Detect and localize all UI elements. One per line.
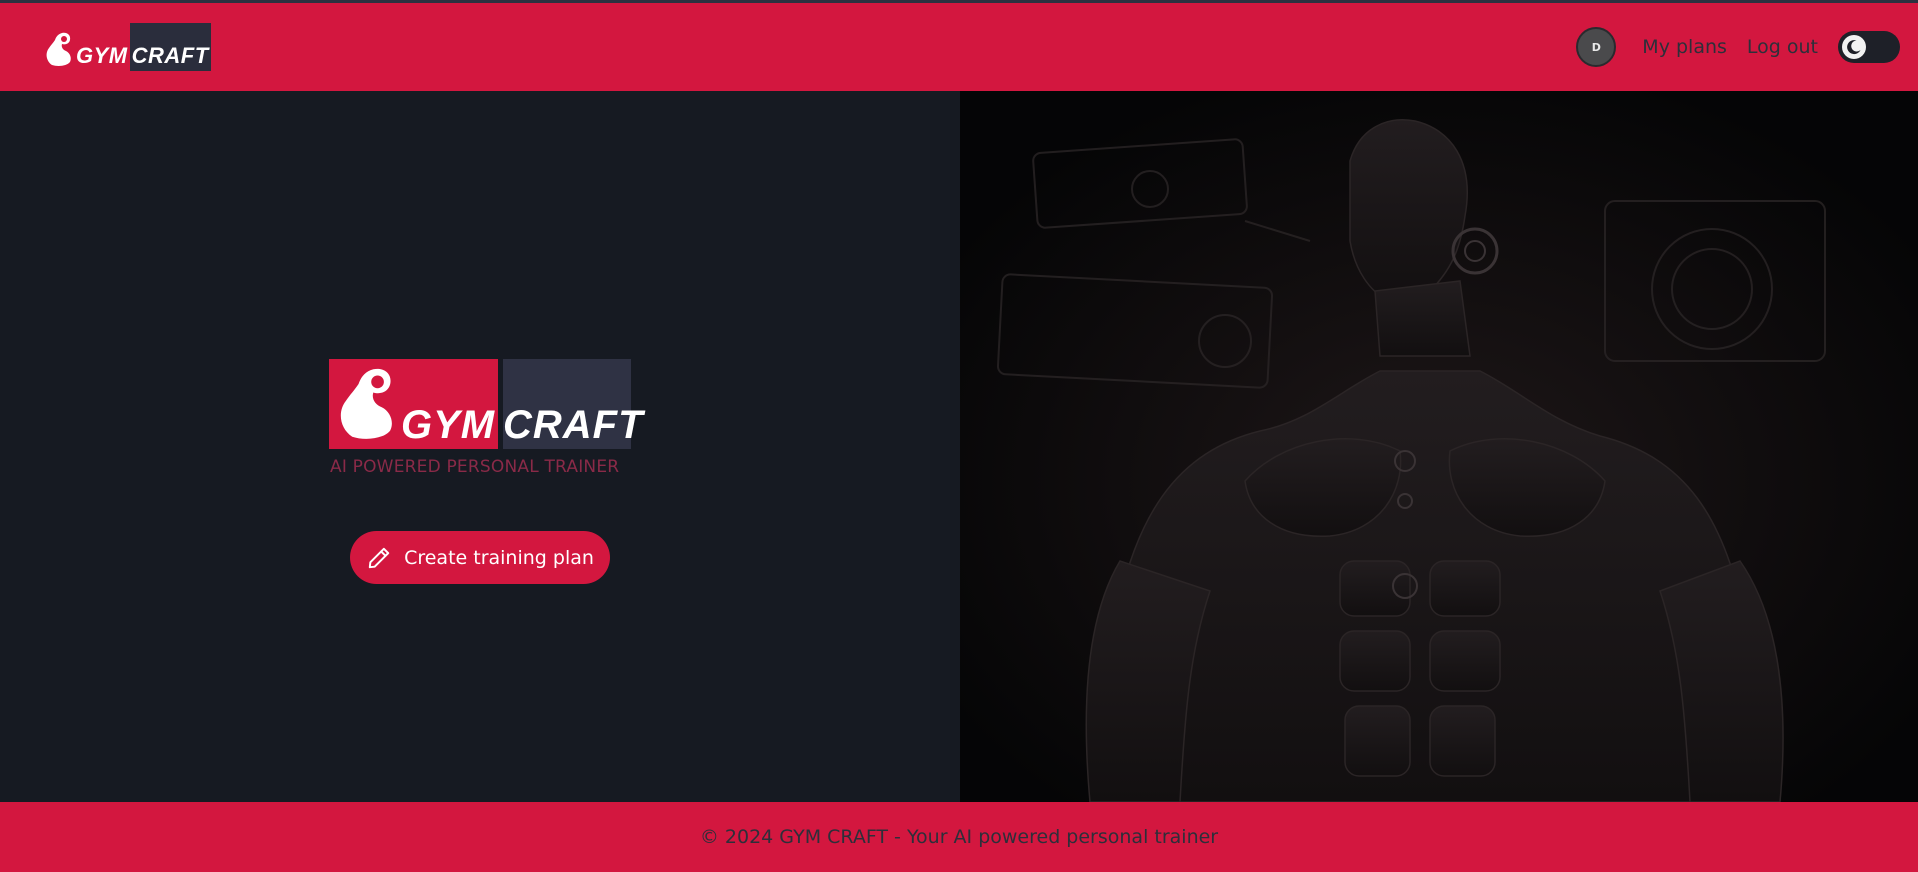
moon-icon xyxy=(1847,40,1861,55)
app-footer: © 2024 GYM CRAFT - Your AI powered perso… xyxy=(0,802,1918,872)
logo-red-block: GYM xyxy=(44,23,130,71)
hero-logo-red-block: GYM xyxy=(329,359,498,449)
avatar[interactable]: D xyxy=(1576,27,1617,67)
logo-word-craft: CRAFT xyxy=(131,43,209,68)
pencil-icon xyxy=(368,547,390,568)
header-nav: D My plans Log out xyxy=(1576,27,1900,67)
hero-panel: GYM CRAFT AI POWERED PERSONAL TRAINER Cr… xyxy=(0,91,960,802)
logo-word-gym: GYM xyxy=(76,43,128,68)
app-header: GYM CRAFT D My plans Log out xyxy=(0,3,1918,91)
theme-toggle[interactable] xyxy=(1838,31,1900,63)
cyborg-bodybuilder-illustration xyxy=(960,91,1918,802)
hero-image xyxy=(960,91,1918,802)
hero-logo-word-gym: GYM xyxy=(401,403,496,447)
flexed-arm-icon xyxy=(340,368,392,439)
my-plans-link[interactable]: My plans xyxy=(1642,36,1727,58)
hero-logo-word-craft: CRAFT xyxy=(503,403,644,447)
create-training-plan-label: Create training plan xyxy=(404,546,594,569)
flexed-arm-icon xyxy=(44,31,74,67)
header-logo[interactable]: GYM CRAFT xyxy=(44,23,211,71)
toggle-knob xyxy=(1842,35,1866,59)
hero-logo-dark-block: CRAFT xyxy=(503,359,643,449)
footer-copyright: © 2024 GYM CRAFT - Your AI powered perso… xyxy=(699,826,1219,848)
hero-tagline: AI POWERED PERSONAL TRAINER xyxy=(330,457,620,477)
logout-link[interactable]: Log out xyxy=(1747,36,1818,58)
logo-dark-block: CRAFT xyxy=(129,23,211,71)
create-training-plan-button[interactable]: Create training plan xyxy=(350,531,610,584)
hero-logo: GYM CRAFT xyxy=(329,359,643,449)
